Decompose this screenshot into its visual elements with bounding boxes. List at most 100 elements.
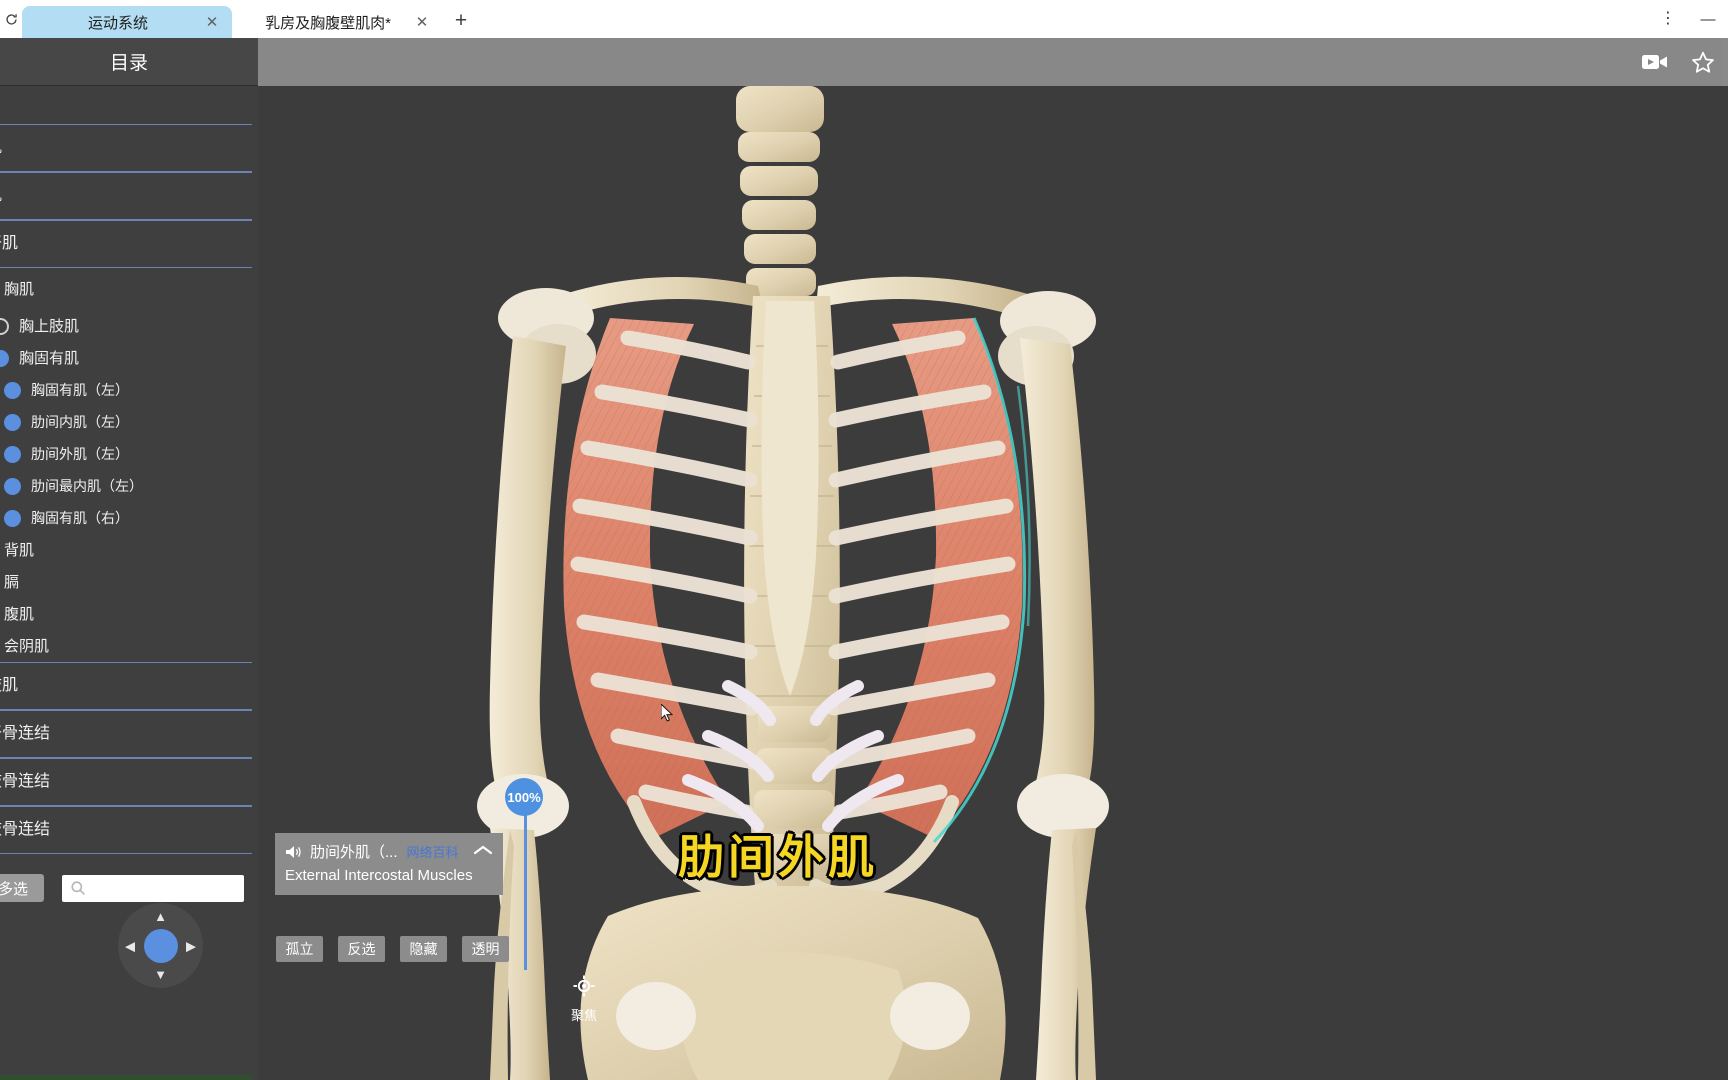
video-camera-icon[interactable] <box>1640 47 1670 77</box>
tree-item-intrinsic-chest[interactable]: 胸固有肌 <box>0 342 252 374</box>
opacity-slider-track[interactable] <box>524 800 527 970</box>
isolate-button[interactable]: 孤立 <box>276 936 323 962</box>
dpad-right-icon[interactable]: ▶ <box>186 939 196 952</box>
tree-group-2[interactable]: 干肌 <box>0 220 252 268</box>
search-icon <box>70 880 86 896</box>
opacity-slider[interactable]: 100% <box>505 778 543 970</box>
tree-item-back-muscles[interactable]: 背肌 <box>0 534 252 566</box>
pelvis <box>580 886 1006 1080</box>
star-outline-icon[interactable] <box>1688 47 1718 77</box>
tree-item-label: 会阴肌 <box>4 637 50 655</box>
tree-item-label: 干骨连结 <box>0 725 51 742</box>
tree-group-lower-limb-joints[interactable]: 肢骨连结 <box>0 806 252 854</box>
sidebar-title: 目录 <box>0 38 258 86</box>
search-input[interactable] <box>86 877 258 899</box>
structure-action-bar: 孤立 反选 隐藏 透明 <box>276 936 509 962</box>
tree-item-label: 肌 <box>0 140 2 156</box>
info-panel-top-row: 肋间外肌（... 网络百科 <box>285 841 493 862</box>
selection-dot-icon[interactable] <box>4 509 21 527</box>
tree-group-limb-muscles[interactable]: 肢肌 <box>0 662 252 710</box>
sidebar-bottom-accent <box>0 1075 252 1080</box>
browser-menu-icon[interactable]: ⋮ <box>1648 0 1688 38</box>
tree-item-intrinsic-chest-left[interactable]: 胸固有肌（左） <box>0 374 252 406</box>
hide-button[interactable]: 隐藏 <box>400 936 447 962</box>
tree-item-diaphragm[interactable]: 膈 <box>0 566 252 598</box>
tree-group-1[interactable]: 肌 <box>0 172 252 220</box>
tree-item-internal-intercostal-left[interactable]: 肋间内肌（左） <box>0 406 252 438</box>
app-toolbar <box>258 38 1728 86</box>
browser-tab-1[interactable]: 乳房及胸腹壁肌肉* ✕ <box>232 6 442 38</box>
tree-item-label: 胸上肢肌 <box>19 317 80 335</box>
browser-tab-strip: 运动系统 ✕ 乳房及胸腹壁肌肉* ✕ + ⋮ — <box>0 0 1728 38</box>
tree-item-label: 肌 <box>0 188 2 204</box>
chevron-up-icon[interactable] <box>473 843 493 859</box>
tree-item-label: 肢肌 <box>0 677 19 694</box>
3d-viewport[interactable]: 100% 肋间外肌 肋间外肌（... 网络百科 External Interco… <box>258 86 1728 1080</box>
transparent-button[interactable]: 透明 <box>462 936 509 962</box>
structure-name-cn: 肋间外肌（... <box>310 844 398 861</box>
new-tab-button[interactable]: + <box>446 6 476 36</box>
tree-item-label: 背肌 <box>4 541 35 559</box>
tree-item-label: 胸肌 <box>4 280 35 298</box>
app-window: 运动系统 ✕ 乳房及胸腹壁肌肉* ✕ + ⋮ — 目录 肌 胸肌 胸上肢肌 胸固… <box>0 0 1728 1080</box>
tree-item-chest-muscles[interactable]: 胸肌 <box>0 268 252 310</box>
focus-button[interactable]: 聚焦 <box>561 974 607 1025</box>
tab-title: 乳房及胸腹壁肌肉* <box>265 14 391 32</box>
mouse-cursor <box>661 704 673 722</box>
tree-item-perineal-muscles[interactable]: 会阴肌 <box>0 630 252 662</box>
opacity-slider-handle[interactable]: 100% <box>505 778 543 816</box>
focus-label: 聚焦 <box>570 1008 597 1023</box>
dpad-down-icon[interactable]: ▼ <box>154 968 167 981</box>
tree-item-label: 肢骨连结 <box>0 773 51 790</box>
structure-info-panel[interactable]: 肋间外肌（... 网络百科 External Intercostal Muscl… <box>275 833 503 895</box>
tree-item-label: 肋间内肌（左） <box>31 414 129 430</box>
tab-title: 运动系统 <box>87 14 148 32</box>
selection-ring-icon[interactable] <box>0 317 9 335</box>
crosshair-focus-icon <box>561 974 607 1003</box>
anatomy-tree[interactable]: 肌 肌 干肌 胸肌 胸上肢肌 胸固有肌 <box>0 124 252 864</box>
invert-selection-button[interactable]: 反选 <box>338 936 385 962</box>
tree-item-label: 肋间最内肌（左） <box>31 478 143 494</box>
sidebar: 目录 肌 肌 干肌 胸肌 胸上肢肌 <box>0 38 258 1080</box>
sidebar-header-scroll-indicator <box>1722 38 1728 86</box>
tree-item-label: 膈 <box>4 573 20 591</box>
thorax-anatomy-render[interactable] <box>258 86 1728 1080</box>
tree-group-0[interactable]: 肌 <box>0 124 252 172</box>
refresh-icon[interactable] <box>0 0 22 38</box>
tree-item-thoracoappendicular[interactable]: 胸上肢肌 <box>0 310 252 342</box>
dpad-center-button[interactable] <box>143 928 178 963</box>
tree-item-innermost-intercostal-left[interactable]: 肋间最内肌（左） <box>0 470 252 502</box>
tree-item-label: 胸固有肌 <box>19 349 80 367</box>
tabstrip-spacer <box>476 0 1648 38</box>
tree-item-label: 胸固有肌（右） <box>31 510 129 526</box>
skeleton-model[interactable] <box>258 86 1728 1080</box>
dpad-up-icon[interactable]: ▲ <box>154 910 167 923</box>
tree-item-external-intercostal-left[interactable]: 肋间外肌（左） <box>0 438 252 470</box>
selection-dot-icon[interactable] <box>4 381 21 399</box>
minimize-button[interactable]: — <box>1688 0 1728 38</box>
search-box[interactable] <box>62 874 258 902</box>
selection-dot-icon[interactable] <box>4 445 21 463</box>
selection-dot-icon[interactable] <box>4 477 21 495</box>
tab-close-icon[interactable]: ✕ <box>200 10 224 34</box>
tree-item-label: 胸固有肌（左） <box>31 382 129 398</box>
tree-item-label: 肢骨连结 <box>0 821 51 838</box>
tab-close-icon[interactable]: ✕ <box>410 10 434 34</box>
sidebar-bottom-controls: 多选 <box>0 870 258 906</box>
dpad-left-icon[interactable]: ◀ <box>125 939 135 952</box>
tree-item-label: 干肌 <box>0 235 19 252</box>
tree-group-upper-limb-joints[interactable]: 肢骨连结 <box>0 758 252 806</box>
selection-dot-icon[interactable] <box>4 413 21 431</box>
model-annotation-label: 肋间外肌 <box>678 830 878 884</box>
tree-item-label: 肋间外肌（左） <box>31 446 129 462</box>
tree-item-abdominal-muscles[interactable]: 腹肌 <box>0 598 252 630</box>
speaker-icon[interactable] <box>285 844 303 860</box>
encyclopedia-link[interactable]: 网络百科 <box>407 842 459 861</box>
browser-tab-0[interactable]: 运动系统 ✕ <box>22 6 232 38</box>
selection-dot-icon[interactable] <box>0 349 9 367</box>
navigation-dpad[interactable]: ▲ ▼ ◀ ▶ <box>118 903 203 988</box>
structure-name-en: External Intercostal Muscles <box>285 867 473 884</box>
tree-group-trunk-joints[interactable]: 干骨连结 <box>0 710 252 758</box>
multi-select-button[interactable]: 多选 <box>0 874 44 902</box>
tree-item-intrinsic-chest-right[interactable]: 胸固有肌（右） <box>0 502 252 534</box>
